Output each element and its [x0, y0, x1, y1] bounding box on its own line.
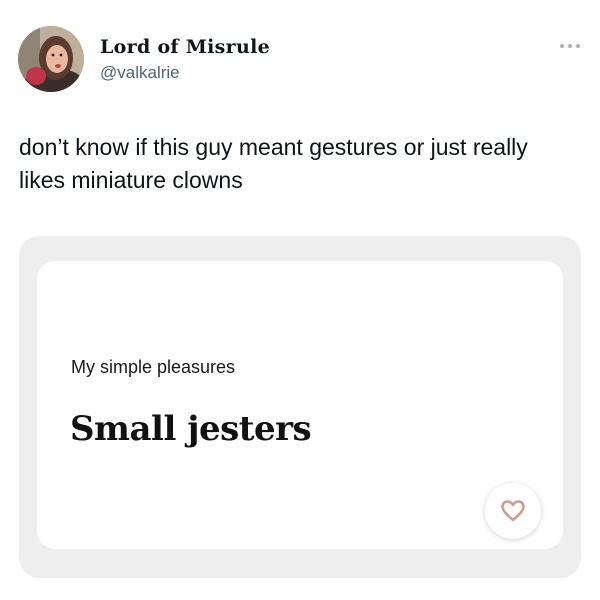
like-button[interactable] [485, 483, 541, 539]
media-attachment[interactable]: My simple pleasures Small jesters [19, 236, 581, 578]
tweet-text: don’t know if this guy meant gestures or… [19, 134, 528, 193]
avatar[interactable] [18, 26, 84, 92]
more-horizontal-icon[interactable] [558, 38, 582, 48]
tweet: Lord of Misrule @valkalrie don’t know if… [0, 0, 600, 600]
prompt-card: My simple pleasures Small jesters [37, 261, 563, 549]
prompt-label: My simple pleasures [71, 357, 236, 377]
author-handle[interactable]: @valkalrie [100, 63, 180, 83]
author-display-name[interactable]: Lord of Misrule [100, 36, 270, 58]
prompt-answer: Small jesters [70, 409, 312, 449]
profile-photo-icon [18, 26, 84, 92]
heart-icon [501, 500, 525, 522]
